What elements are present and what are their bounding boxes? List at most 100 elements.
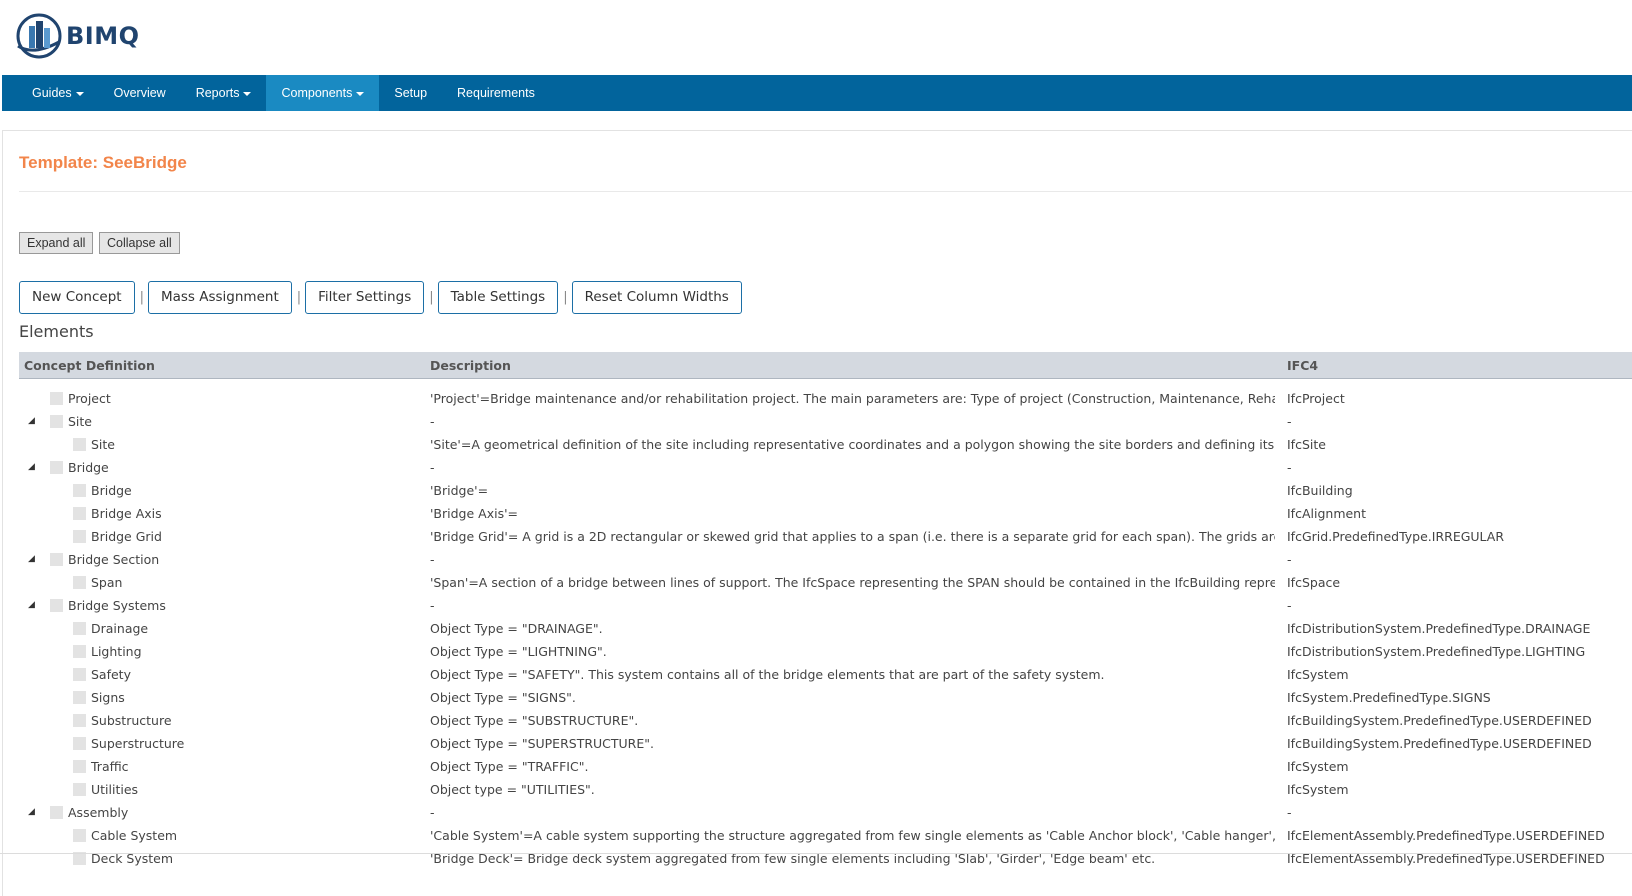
row-checkbox[interactable] (73, 760, 86, 773)
column-header-ifc4[interactable]: IFC4 (1287, 352, 1318, 379)
row-checkbox[interactable] (73, 714, 86, 727)
bimq-logo[interactable]: BIMQ (13, 12, 140, 60)
expand-toggle-icon[interactable]: ◢ (28, 456, 36, 479)
concept-label: Bridge (91, 483, 132, 498)
row-checkbox[interactable] (73, 737, 86, 750)
description-cell: - (430, 552, 435, 567)
table-row[interactable]: Bridge 'Bridge'= IfcBuilding (19, 479, 1632, 502)
row-checkbox[interactable] (50, 553, 63, 566)
row-checkbox[interactable] (73, 507, 86, 520)
description-cell: - (430, 598, 435, 613)
table-row[interactable]: Bridge Grid 'Bridge Grid'= A grid is a 2D… (19, 525, 1632, 548)
expand-toggle-icon[interactable]: ◢ (28, 548, 36, 571)
table-row[interactable]: Span 'Span'=A section of a bridge between… (19, 571, 1632, 594)
nav-item-guides[interactable]: Guides (2, 75, 99, 111)
description-cell: 'Bridge Axis'= (430, 506, 519, 521)
expand-toggle-icon[interactable]: ◢ (28, 801, 36, 824)
description-cell: Object Type = "SUPERSTRUCTURE". (430, 736, 654, 751)
table-row[interactable]: ◢ Bridge Systems - - (19, 594, 1632, 617)
column-header-description[interactable]: Description (430, 352, 511, 379)
toolbar-separator: | (139, 290, 144, 305)
table-row[interactable]: Lighting Object Type = "LIGHTNING". IfcDis… (19, 640, 1632, 663)
row-checkbox[interactable] (50, 392, 63, 405)
column-header-concept-definition[interactable]: Concept Definition (24, 352, 155, 379)
nav-item-label: Reports (195, 86, 240, 100)
table-row[interactable]: Project 'Project'=Bridge maintenance and/… (19, 387, 1632, 410)
nav-item-label: Overview (113, 86, 166, 100)
row-checkbox[interactable] (50, 461, 63, 474)
description-cell: 'Bridge'= (430, 483, 489, 498)
concept-label: Deck System (91, 851, 174, 866)
ifc4-cell: IfcBuilding (1287, 483, 1353, 498)
table-row[interactable]: ◢ Bridge - - (19, 456, 1632, 479)
expand-toggle-icon[interactable]: ◢ (28, 594, 36, 617)
mass-assignment-button[interactable]: Mass Assignment (147, 281, 292, 314)
table-row[interactable]: Traffic Object Type = "TRAFFIC". IfcSystem (19, 755, 1632, 778)
row-checkbox[interactable] (73, 622, 86, 635)
concept-label: Traffic (91, 759, 129, 774)
toolbar-separator: | (429, 290, 434, 305)
description-cell: Object Type = "TRAFFIC". (430, 759, 589, 774)
concept-label: Site (91, 437, 115, 452)
concept-label: Site (68, 414, 92, 429)
reset-column-widths-button[interactable]: Reset Column Widths (571, 281, 742, 314)
table-row[interactable]: Site 'Site'=A geometrical definition of t… (19, 433, 1632, 456)
table-row[interactable]: Deck System 'Bridge Deck'= Bridge deck sy… (19, 847, 1632, 870)
nav-item-components[interactable]: Components (266, 75, 380, 111)
row-checkbox[interactable] (50, 599, 63, 612)
table-row[interactable]: Utilities Object type = "UTILITIES". IfcSy… (19, 778, 1632, 801)
table-settings-button[interactable]: Table Settings (437, 281, 559, 314)
row-checkbox[interactable] (73, 783, 86, 796)
table-body: Project 'Project'=Bridge maintenance and/… (19, 387, 1632, 896)
ifc4-cell: IfcSystem (1287, 667, 1349, 682)
row-checkbox[interactable] (73, 484, 86, 497)
ifc4-cell: IfcBuildingSystem.PredefinedType.USERDEF… (1287, 713, 1592, 728)
concept-label: Bridge Grid (91, 529, 162, 544)
ifc4-cell: IfcSystem (1287, 782, 1349, 797)
table-row[interactable]: ◢ Assembly - - (19, 801, 1632, 824)
row-checkbox[interactable] (73, 829, 86, 842)
row-checkbox[interactable] (73, 576, 86, 589)
nav-item-reports[interactable]: Reports (181, 75, 267, 111)
nav-item-overview[interactable]: Overview (99, 75, 181, 111)
table-row[interactable]: Superstructure Object Type = "SUPERSTRUCT… (19, 732, 1632, 755)
table-row[interactable]: Signs Object Type = "SIGNS". IfcSystem.Pre… (19, 686, 1632, 709)
nav-item-label: Requirements (457, 86, 535, 100)
table-row[interactable]: ◢ Site - - (19, 410, 1632, 433)
table-row[interactable]: ◢ Bridge Section - - (19, 548, 1632, 571)
toolbar-separator: | (563, 290, 568, 305)
table-row[interactable]: Cable System 'Cable System'=A cable syste… (19, 824, 1632, 847)
row-checkbox[interactable] (73, 645, 86, 658)
description-cell: 'Bridge Deck'= Bridge deck system aggreg… (430, 851, 1156, 866)
row-checkbox[interactable] (50, 806, 63, 819)
table-row[interactable]: Substructure Object Type = "SUBSTRUCTURE"… (19, 709, 1632, 732)
table-row[interactable]: Drainage Object Type = "DRAINAGE". IfcDist… (19, 617, 1632, 640)
concept-label: Superstructure (91, 736, 185, 751)
expand-toggle-icon[interactable]: ◢ (28, 410, 36, 433)
expand-all-button[interactable]: Expand all (19, 232, 94, 254)
main-panel: Template: SeeBridge Expand all Collapse … (2, 130, 1632, 896)
concept-label: Drainage (91, 621, 149, 636)
table-row[interactable]: Safety Object Type = "SAFETY". This syste… (19, 663, 1632, 686)
collapse-all-button[interactable]: Collapse all (99, 232, 180, 254)
description-cell: 'Span'=A section of a bridge between lin… (430, 575, 1275, 590)
description-cell: - (430, 414, 435, 429)
row-checkbox[interactable] (73, 530, 86, 543)
filter-settings-button[interactable]: Filter Settings (305, 281, 425, 314)
description-cell: Object Type = "SAFETY". This system cont… (430, 667, 1105, 682)
nav-item-requirements[interactable]: Requirements (442, 75, 550, 111)
row-checkbox[interactable] (50, 415, 63, 428)
logo-text: BIMQ (66, 22, 140, 50)
ifc4-cell: IfcDistributionSystem.PredefinedType.DRA… (1287, 621, 1591, 636)
new-concept-button[interactable]: New Concept (19, 281, 135, 314)
concept-label: Bridge Axis (91, 506, 162, 521)
concept-label: Safety (91, 667, 131, 682)
concept-label: Utilities (91, 782, 139, 797)
description-cell: Object Type = "SIGNS". (430, 690, 576, 705)
ifc4-cell: IfcBuildingSystem.PredefinedType.USERDEF… (1287, 736, 1592, 751)
row-checkbox[interactable] (73, 691, 86, 704)
row-checkbox[interactable] (73, 438, 86, 451)
table-row[interactable]: Bridge Axis 'Bridge Axis'= IfcAlignment (19, 502, 1632, 525)
nav-item-setup[interactable]: Setup (379, 75, 442, 111)
row-checkbox[interactable] (73, 668, 86, 681)
